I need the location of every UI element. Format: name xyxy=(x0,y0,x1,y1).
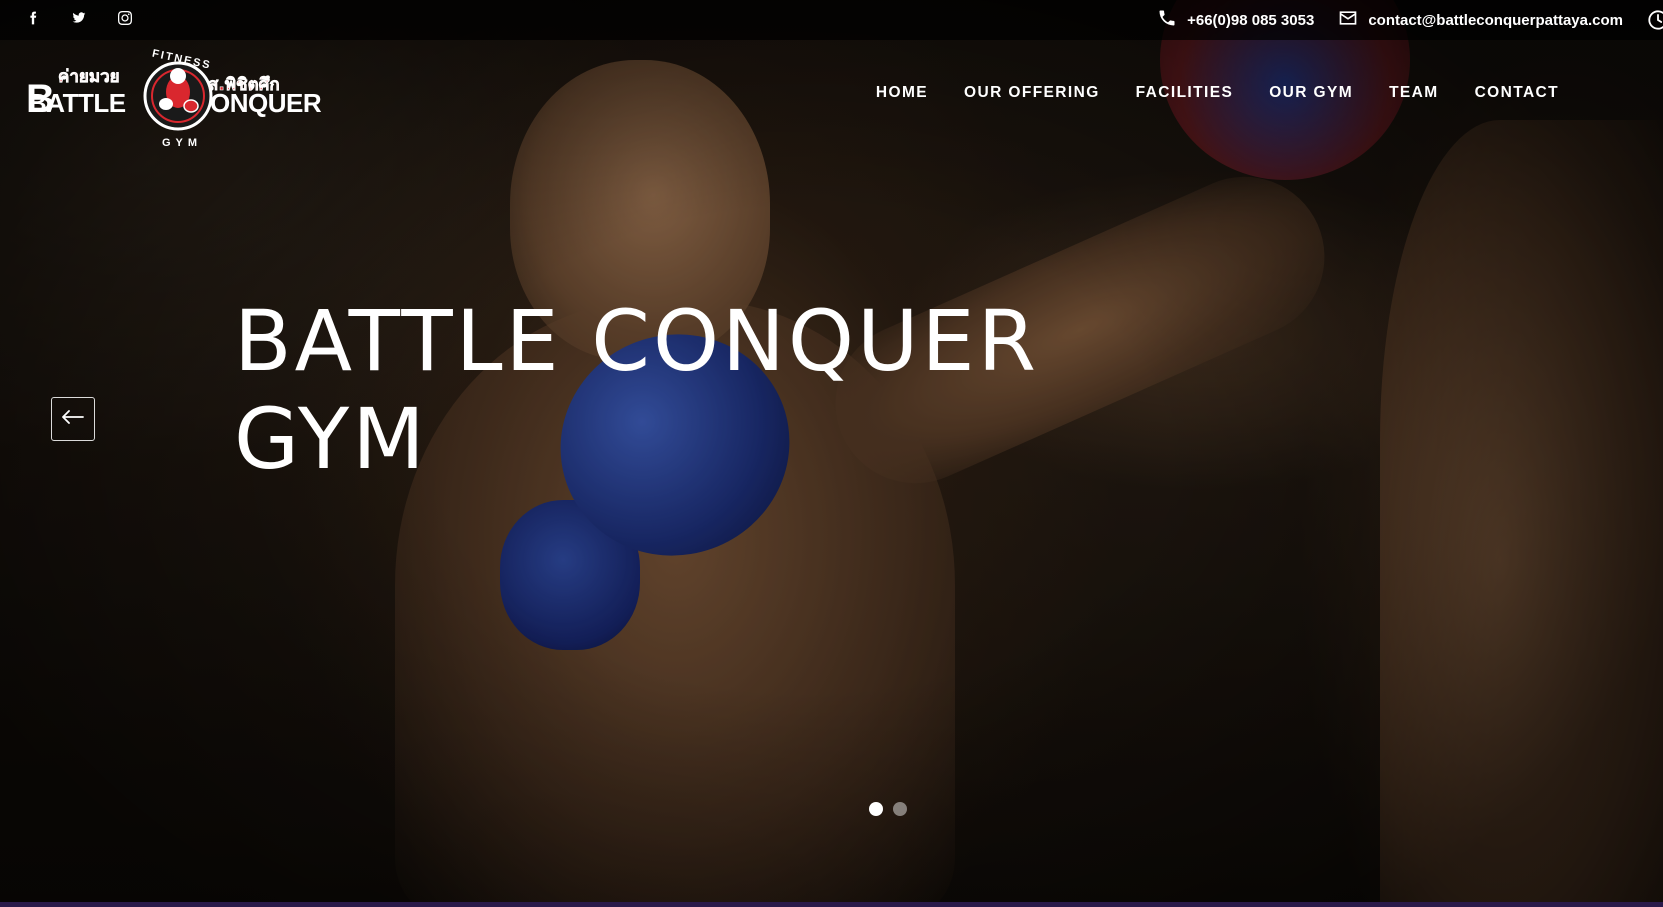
twitter-link[interactable] xyxy=(72,5,118,35)
facebook-icon xyxy=(26,11,40,30)
instagram-icon xyxy=(118,10,132,30)
arrow-left-icon xyxy=(62,409,84,429)
phone-link[interactable]: +66(0)98 085 3053 xyxy=(1157,8,1314,32)
hero-title-line1: BATTLE CONQUER xyxy=(234,292,1039,390)
phone-number: +66(0)98 085 3053 xyxy=(1187,11,1315,29)
slider-dot-2[interactable] xyxy=(893,802,907,816)
nav-home[interactable]: HOME xyxy=(876,84,928,102)
logo-gym-text: GYM xyxy=(162,137,202,149)
email-address: contact@battleconquerpattaya.com xyxy=(1368,11,1623,29)
nav-contact[interactable]: CONTACT xyxy=(1475,84,1559,102)
main-nav: HOME OUR OFFERING FACILITIES OUR GYM TEA… xyxy=(876,84,1559,102)
top-bar: +66(0)98 085 3053 contact@battleconquerp… xyxy=(0,0,1663,40)
clock-icon[interactable] xyxy=(1647,9,1663,31)
nav-facilities[interactable]: FACILITIES xyxy=(1136,84,1234,102)
nav-team[interactable]: TEAM xyxy=(1389,84,1439,102)
social-links xyxy=(26,5,164,35)
facebook-link[interactable] xyxy=(26,5,72,35)
logo-thai-left: ค่ายมวย xyxy=(58,67,120,87)
envelope-icon xyxy=(1338,8,1358,32)
hero-photo-glove-wrist xyxy=(500,500,640,650)
nav-our-offering[interactable]: OUR OFFERING xyxy=(964,84,1100,102)
contact-info: +66(0)98 085 3053 contact@battleconquerp… xyxy=(1157,8,1663,32)
slider-dots xyxy=(869,802,907,816)
logo-battle-word: BATTLE xyxy=(28,88,126,118)
site-logo[interactable]: FITNESS GYM ค่ายมวย ส.พิชิตศึก B C BATTL… xyxy=(26,46,326,150)
instagram-link[interactable] xyxy=(118,5,164,35)
logo-conquer-word: ONQUER xyxy=(210,88,322,118)
slider-dot-1[interactable] xyxy=(869,802,883,816)
phone-icon xyxy=(1157,8,1177,32)
hero-page: +66(0)98 085 3053 contact@battleconquerp… xyxy=(0,0,1663,907)
hero-photo-right-fighter xyxy=(1380,120,1663,907)
hero-title: BATTLE CONQUER GYM xyxy=(234,292,1039,488)
slider-prev-button[interactable] xyxy=(51,397,95,441)
nav-our-gym[interactable]: OUR GYM xyxy=(1269,84,1353,102)
twitter-icon xyxy=(72,11,86,30)
hero-title-line2: GYM xyxy=(234,390,428,488)
bottom-strip xyxy=(0,902,1663,907)
email-link[interactable]: contact@battleconquerpattaya.com xyxy=(1338,8,1623,32)
